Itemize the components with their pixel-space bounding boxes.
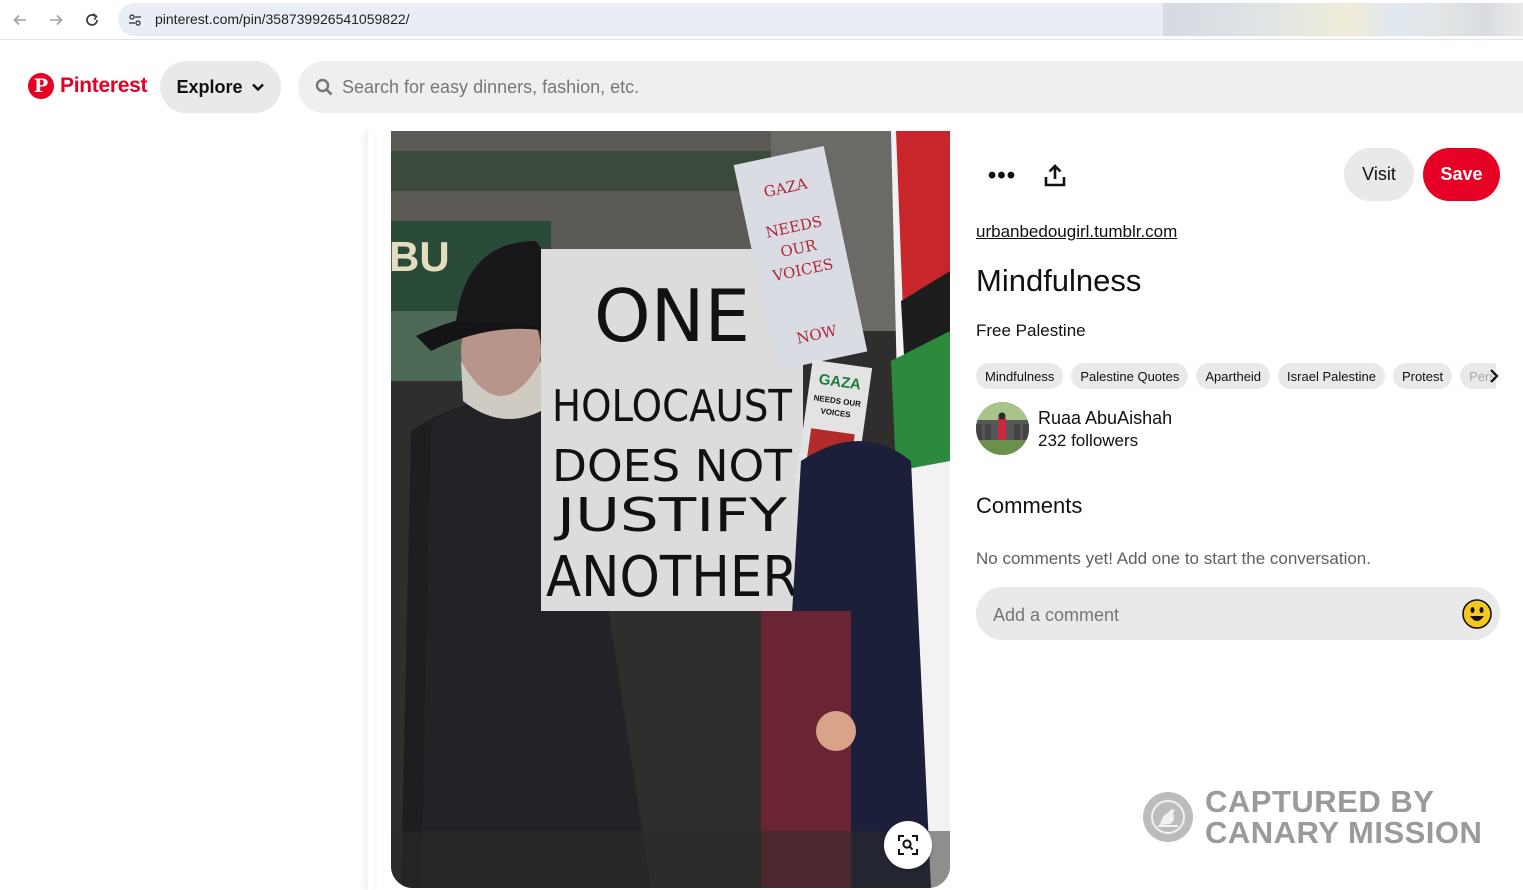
tag-list: Mindfulness Palestine Quotes Apartheid I… [976,363,1496,389]
pin-image[interactable]: BU ONE HOLOCAUST DOES NOT JUSTIFY ANOTHE… [391,131,950,888]
tag-chip[interactable]: Palestine Quotes [1071,363,1189,389]
pin-title: Mindfulness [976,263,1142,298]
tag-chip[interactable]: Protest [1392,363,1453,389]
share-button[interactable] [1036,157,1074,195]
pinterest-logo-icon: P [28,73,54,99]
chevron-right-icon[interactable] [1486,365,1502,387]
pin-card-edge [368,131,374,890]
browser-toolbar: pinterest.com/pin/358739926541059822/ [0,0,1523,40]
watermark-line-1: CAPTURED BY [1205,784,1435,819]
pin-description: Free Palestine [976,321,1086,340]
sign-line-1: ONE [594,274,750,358]
source-link[interactable]: urbanbedougirl.tumblr.com [976,222,1177,242]
address-bar[interactable]: pinterest.com/pin/358739926541059822/ [118,3,1163,36]
no-comments-text: No comments yet! Add one to start the co… [976,549,1371,568]
creator-followers: 232 followers [1038,431,1139,450]
creator-name[interactable]: Ruaa AbuAishah [1038,408,1172,429]
protest-photo: BU ONE HOLOCAUST DOES NOT JUSTIFY ANOTHE… [391,131,950,888]
more-icon: ••• [987,162,1017,189]
browser-extensions-area [1163,3,1523,36]
back-arrow-icon[interactable] [9,9,31,31]
comment-placeholder: Add a comment [993,605,1120,625]
site-settings-icon[interactable] [126,11,144,29]
pinterest-logo[interactable]: P Pinterest [28,73,147,99]
sign-line-3: DOES NOT [552,441,792,492]
explore-label: Explore [176,76,243,97]
watermark-line-2: CANARY MISSION [1205,815,1483,850]
search-placeholder: Search for easy dinners, fashion, etc. [342,77,640,97]
emoji-icon[interactable] [1462,599,1492,629]
reload-icon[interactable] [81,9,103,31]
tag-chip[interactable]: Israel Palestine [1278,363,1385,389]
save-button[interactable]: Save [1423,148,1500,201]
tag-chip[interactable]: Mindfulness [976,363,1064,389]
forward-arrow-icon[interactable] [45,9,67,31]
sign-line-2: HOLOCAUST [552,381,792,432]
sign-line-5: ANOTHER [546,545,798,610]
comment-input[interactable]: Add a comment [976,587,1500,640]
visit-button[interactable]: Visit [1344,148,1414,201]
explore-button[interactable]: Explore [160,61,281,113]
tag-chip[interactable]: Apartheid [1196,363,1271,389]
more-options-button[interactable]: ••• [983,157,1021,195]
watermark: CAPTURED BY CANARY MISSION [1143,786,1482,848]
svg-text:BU: BU [391,233,450,280]
sign-line-4: JUSTIFY [553,488,788,542]
logo-text: Pinterest [60,74,148,97]
search-input[interactable]: Search for easy dinners, fashion, etc. [298,61,1523,113]
canary-bird-icon [1143,792,1193,842]
search-icon [315,78,333,96]
chevron-down-icon [251,83,264,92]
watermark-text: CAPTURED BY CANARY MISSION [1205,786,1482,848]
url-text: pinterest.com/pin/358739926541059822/ [155,11,410,27]
visual-search-icon [898,835,918,855]
creator-avatar[interactable] [976,402,1029,455]
share-icon [1044,164,1066,187]
visual-search-button[interactable] [884,821,932,869]
comments-heading: Comments [976,493,1083,518]
